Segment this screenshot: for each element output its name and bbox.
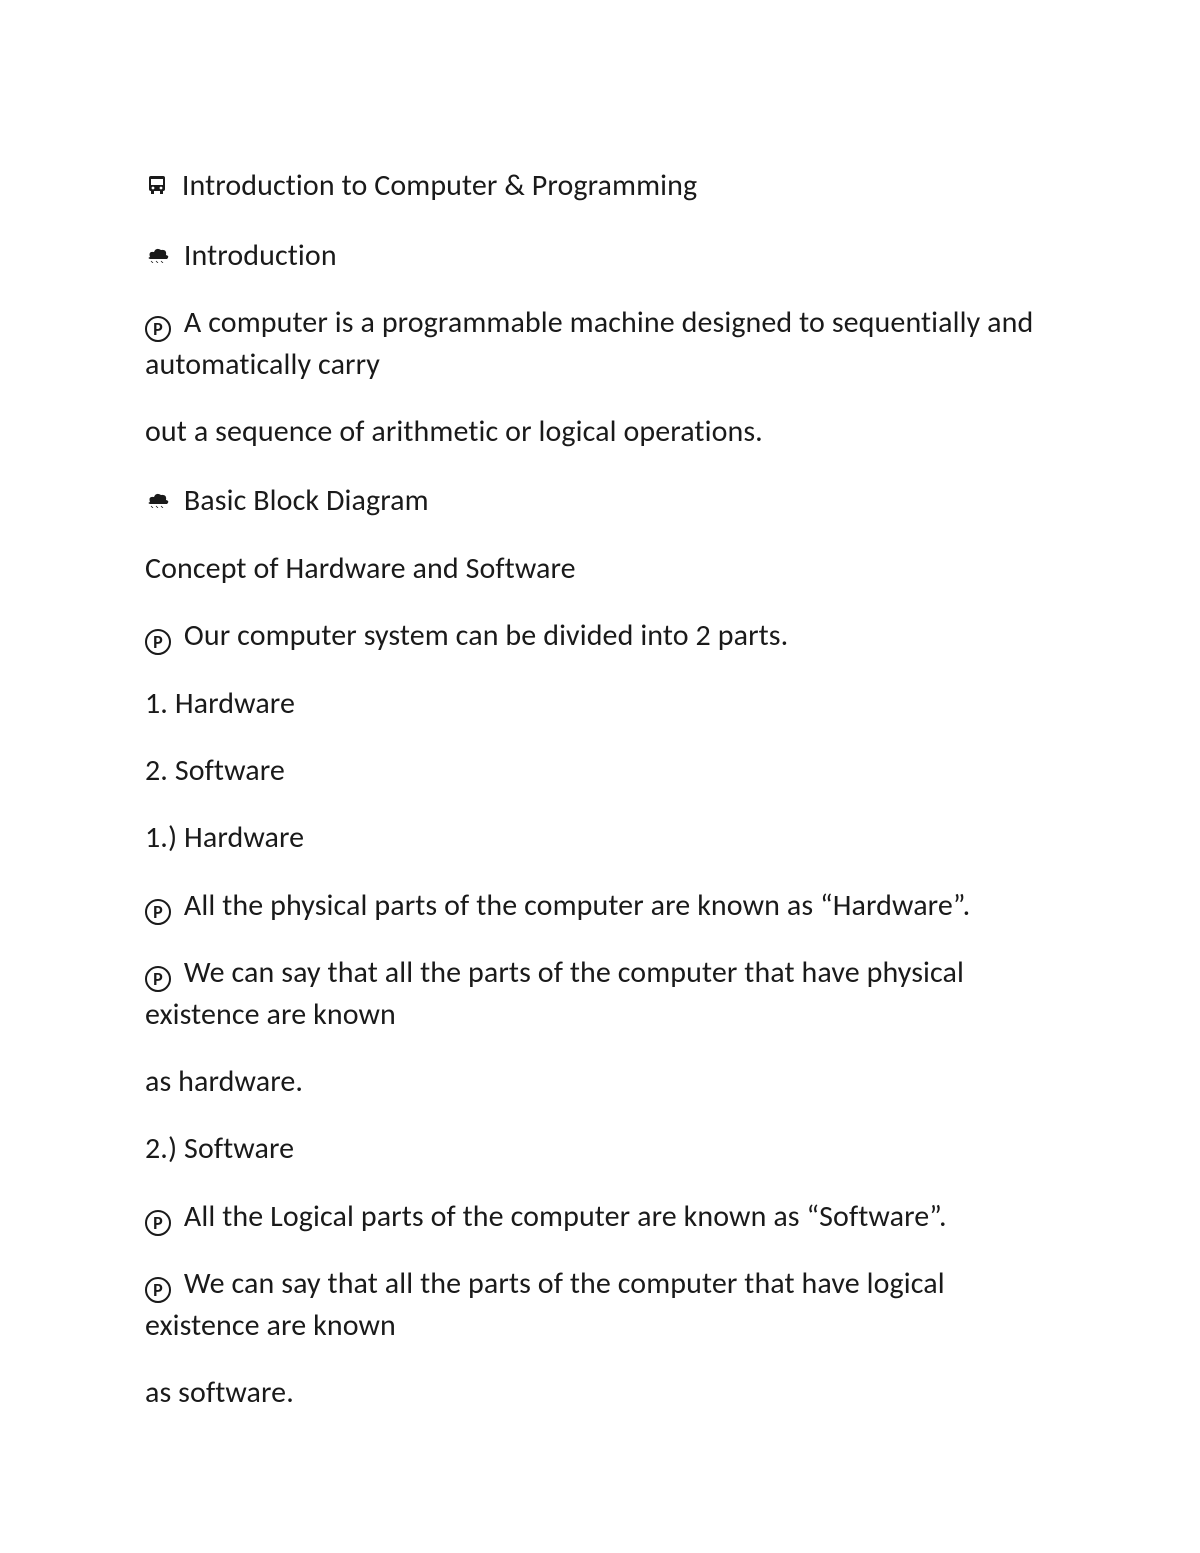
text: Introduction <box>184 237 337 274</box>
doc-line: 1. Hardware <box>145 683 1055 724</box>
cloud-icon <box>145 478 171 519</box>
doc-line: as hardware. <box>145 1061 1055 1102</box>
circle-p-icon: P <box>145 629 171 655</box>
doc-line: 1.) Hardware <box>145 817 1055 858</box>
circle-p-icon: P <box>145 1210 171 1236</box>
doc-line: P We can say that all the parts of the c… <box>145 1263 1055 1346</box>
text: 1.) Hardware <box>145 819 304 856</box>
doc-line: as software. <box>145 1372 1055 1413</box>
doc-line: Concept of Hardware and Software <box>145 548 1055 589</box>
text: 2. Software <box>145 752 285 789</box>
text: as software. <box>145 1374 294 1411</box>
doc-line: P A computer is a programmable machine d… <box>145 302 1055 385</box>
text: All the Logical parts of the computer ar… <box>184 1198 947 1235</box>
doc-line-section-diagram: Basic Block Diagram <box>145 478 1055 521</box>
doc-line-section-intro: Introduction <box>145 233 1055 276</box>
text: Introduction to Computer & Programming <box>182 167 697 204</box>
doc-line: P All the physical parts of the computer… <box>145 885 1055 926</box>
doc-line: P All the Logical parts of the computer … <box>145 1196 1055 1237</box>
circle-p-icon: P <box>145 316 171 342</box>
doc-line: out a sequence of arithmetic or logical … <box>145 411 1055 452</box>
cloud-icon <box>145 233 171 274</box>
circle-p-icon: P <box>145 966 171 992</box>
text: All the physical parts of the computer a… <box>184 887 970 924</box>
text: Basic Block Diagram <box>184 482 429 519</box>
text: A computer is a programmable machine des… <box>145 304 1033 382</box>
doc-line: P We can say that all the parts of the c… <box>145 952 1055 1035</box>
doc-line: 2. Software <box>145 750 1055 791</box>
circle-p-icon: P <box>145 899 171 925</box>
text: out a sequence of arithmetic or logical … <box>145 413 763 450</box>
doc-line: P Our computer system can be divided int… <box>145 615 1055 656</box>
text: We can say that all the parts of the com… <box>145 1265 945 1343</box>
doc-line-title: Introduction to Computer & Programming <box>145 165 1055 207</box>
circle-p-icon: P <box>145 1277 171 1303</box>
bus-icon <box>145 171 169 207</box>
text: Concept of Hardware and Software <box>145 550 576 587</box>
text: Our computer system can be divided into … <box>184 617 788 654</box>
text: 1. Hardware <box>145 685 295 722</box>
text: as hardware. <box>145 1063 303 1100</box>
text: 2.) Software <box>145 1130 294 1167</box>
doc-line: 2.) Software <box>145 1128 1055 1169</box>
text: We can say that all the parts of the com… <box>145 954 964 1032</box>
